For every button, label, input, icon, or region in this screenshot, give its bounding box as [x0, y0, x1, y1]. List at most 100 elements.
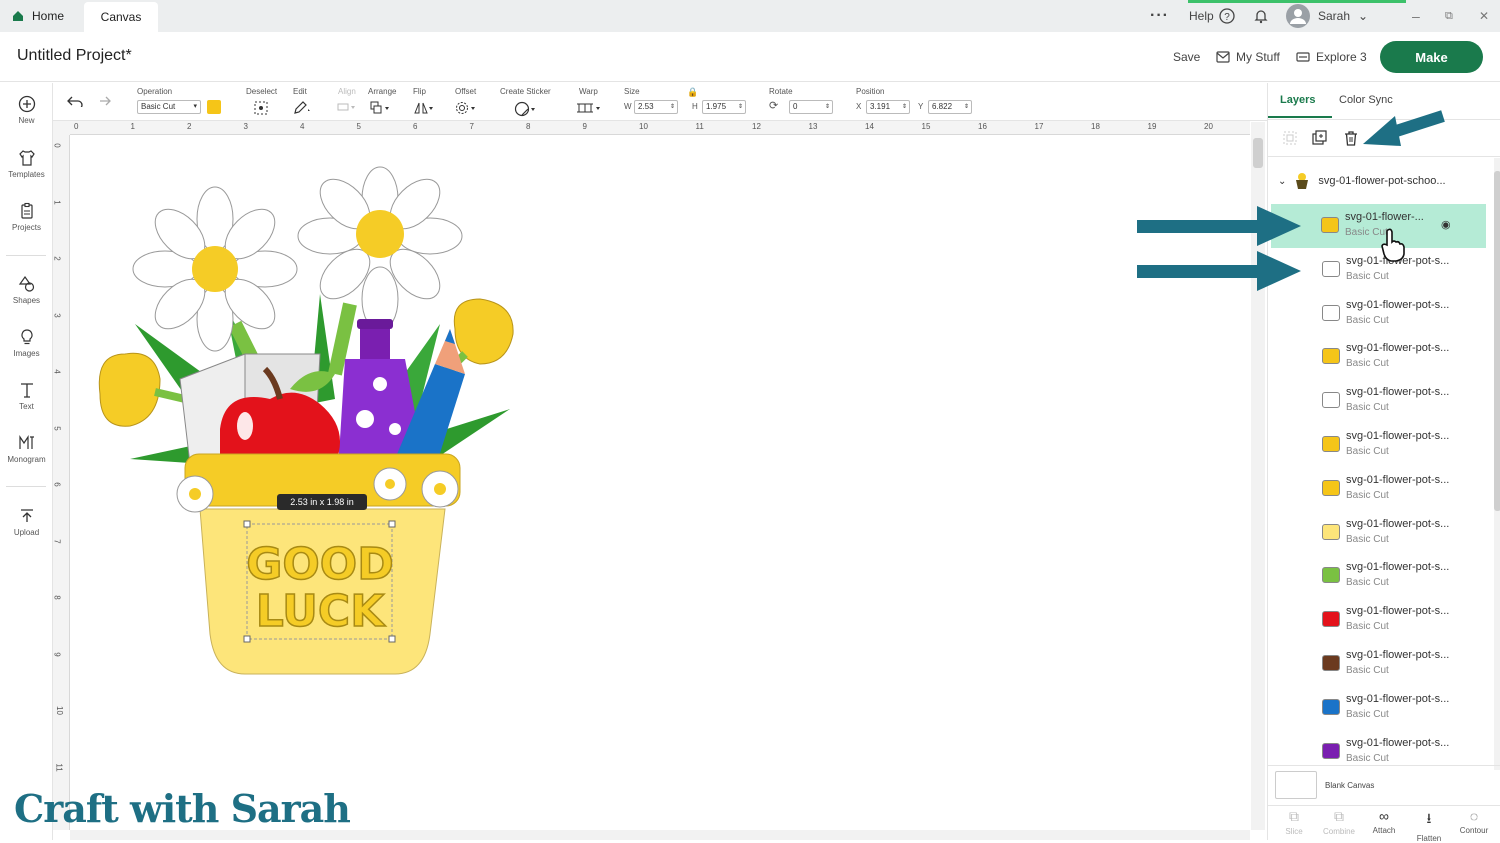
tab-home[interactable]: Home: [12, 0, 64, 32]
contour-button[interactable]: ◌ Contour: [1452, 808, 1496, 835]
color-swatch[interactable]: [207, 100, 221, 114]
y-position-input[interactable]: 6.822 ⇕: [928, 100, 972, 114]
layer-row[interactable]: svg-01-flower-pot-s... Basic Cut: [1272, 730, 1487, 774]
align-button[interactable]: Align: [336, 87, 362, 117]
rotate-icon: ⟳: [769, 100, 779, 112]
duplicate-icon[interactable]: [1312, 130, 1328, 146]
size-tooltip: 2.53 in x 1.98 in: [277, 494, 367, 510]
bell-icon[interactable]: [1253, 0, 1269, 32]
stepper-icon[interactable]: ⇕: [670, 101, 675, 113]
layer-row[interactable]: svg-01-flower-pot-s... Basic Cut: [1272, 292, 1487, 336]
design-canvas[interactable]: GOOD LUCK: [70, 136, 1250, 830]
machine-selector[interactable]: Explore 3: [1296, 50, 1367, 64]
layer-name: svg-01-flower-pot-s...: [1346, 342, 1450, 355]
layer-row[interactable]: svg-01-flower-... Basic Cut ◉: [1271, 204, 1486, 248]
panel-scrollbar-thumb[interactable]: [1494, 171, 1500, 511]
layer-row[interactable]: svg-01-flower-pot-s... Basic Cut: [1272, 511, 1487, 555]
layer-row[interactable]: svg-01-flower-pot-s... Basic Cut: [1272, 335, 1487, 379]
sidebar-item-new[interactable]: New: [0, 95, 53, 141]
sidebar-item-images[interactable]: Images: [0, 328, 53, 374]
layer-operation: Basic Cut: [1346, 314, 1389, 326]
deselect-button[interactable]: Deselect: [246, 87, 278, 117]
ruler-tick: 7: [52, 538, 62, 544]
tab-layers[interactable]: Layers: [1280, 94, 1315, 106]
slice-button[interactable]: ⧉ Slice: [1272, 808, 1316, 836]
redo-icon: [100, 96, 111, 106]
vertical-ruler: 0 1 2 3 4 5 6 7 8 9 10 11: [53, 135, 70, 830]
arrange-button[interactable]: Arrange: [368, 87, 400, 117]
user-menu[interactable]: Sarah ⌄: [1286, 0, 1368, 32]
stepper-icon[interactable]: ⇕: [964, 101, 969, 113]
help-button[interactable]: Help ?: [1189, 0, 1235, 32]
stepper-icon[interactable]: ⇕: [825, 101, 830, 113]
tab-color-sync[interactable]: Color Sync: [1339, 94, 1393, 106]
restore-button[interactable]: ⧉: [1445, 0, 1453, 32]
layer-group[interactable]: ⌄ svg-01-flower-pot-schoo...: [1278, 171, 1446, 191]
layer-thumbnail: [1322, 260, 1340, 277]
layer-name: svg-01-flower-pot-s...: [1346, 692, 1450, 705]
combine-icon: ⧉: [1334, 808, 1344, 824]
create-sticker-button[interactable]: Create Sticker: [500, 87, 556, 117]
eye-icon[interactable]: ◉: [1441, 218, 1451, 231]
my-stuff-button[interactable]: My Stuff: [1216, 50, 1280, 64]
redo-button[interactable]: [95, 95, 111, 109]
layer-operation: Basic Cut: [1346, 708, 1389, 720]
save-button[interactable]: Save: [1173, 50, 1200, 64]
edit-button[interactable]: Edit: [291, 87, 317, 117]
flower-pot-design[interactable]: GOOD LUCK: [95, 164, 555, 724]
operation-control: Operation Basic Cut ▾: [137, 87, 227, 117]
sidebar-item-monogram[interactable]: Monogram: [0, 434, 53, 480]
operation-select[interactable]: Basic Cut ▾: [137, 100, 201, 114]
chevron-down-icon[interactable]: ⌄: [1278, 176, 1286, 187]
scrollbar-thumb[interactable]: [1253, 138, 1263, 168]
tab-canvas[interactable]: Canvas: [84, 2, 158, 32]
lock-icon[interactable]: 🔒: [687, 87, 698, 98]
group-icon[interactable]: [1282, 130, 1298, 146]
flip-button[interactable]: Flip: [413, 87, 435, 117]
sidebar-item-projects[interactable]: Projects: [0, 202, 53, 248]
undo-button[interactable]: [67, 95, 83, 110]
annotation-arrow: [1137, 206, 1301, 246]
layer-thumbnail: [1322, 392, 1340, 409]
layer-row[interactable]: svg-01-flower-pot-s... Basic Cut: [1272, 423, 1487, 467]
width-input[interactable]: 2.53 ⇕: [634, 100, 678, 114]
close-button[interactable]: ✕: [1479, 0, 1489, 32]
sidebar-item-upload[interactable]: Upload: [0, 507, 53, 553]
layer-row[interactable]: svg-01-flower-pot-s... Basic Cut: [1272, 686, 1487, 730]
rotate-input[interactable]: 0 ⇕: [789, 100, 833, 114]
layer-row[interactable]: svg-01-flower-pot-s... Basic Cut: [1272, 642, 1487, 686]
undo-icon: [67, 96, 83, 110]
position-control: Position X 3.191 ⇕ Y 6.822 ⇕: [856, 87, 976, 117]
more-icon[interactable]: ···: [1150, 0, 1169, 32]
stepper-icon[interactable]: ⇕: [902, 101, 907, 113]
blank-canvas-swatch[interactable]: [1275, 771, 1317, 799]
attach-button[interactable]: ∞ Attach: [1362, 808, 1406, 835]
combine-button[interactable]: ⧉ Combine: [1317, 808, 1361, 836]
sidebar-item-templates[interactable]: Templates: [0, 149, 53, 195]
sidebar-item-text[interactable]: Text: [0, 381, 53, 427]
stepper-icon[interactable]: ⇕: [738, 101, 743, 113]
minimize-button[interactable]: –: [1412, 0, 1420, 32]
warp-button[interactable]: Warp: [576, 87, 604, 117]
layer-thumbnail: [1322, 523, 1340, 540]
shapes-icon: [18, 275, 34, 292]
layers-panel: Layers Color Sync ⌄ svg-01-flower-pot-sc…: [1267, 83, 1500, 840]
height-input[interactable]: 1.975 ⇕: [702, 100, 746, 114]
ruler-tick: 9: [52, 651, 62, 657]
x-position-input[interactable]: 3.191 ⇕: [866, 100, 910, 114]
attach-label: Attach: [1372, 826, 1396, 835]
divider: [1268, 765, 1500, 766]
offset-button[interactable]: Offset: [455, 87, 483, 117]
make-button[interactable]: Make: [1380, 41, 1483, 73]
layer-row[interactable]: svg-01-flower-pot-s... Basic Cut: [1272, 379, 1487, 423]
layer-row[interactable]: svg-01-flower-pot-s... Basic Cut: [1272, 554, 1487, 598]
ruler-tick: 1: [52, 199, 62, 205]
upload-icon: [20, 509, 33, 522]
project-title[interactable]: Untitled Project*: [17, 47, 132, 65]
layer-operation: Basic Cut: [1346, 752, 1389, 764]
sidebar-item-shapes[interactable]: Shapes: [0, 275, 53, 321]
layer-row[interactable]: svg-01-flower-pot-s... Basic Cut: [1272, 598, 1487, 642]
layer-row[interactable]: svg-01-flower-pot-s... Basic Cut: [1272, 467, 1487, 511]
canvas-horizontal-scrollbar[interactable]: [70, 830, 1250, 840]
flatten-button[interactable]: ⭳ Flatten: [1407, 808, 1451, 843]
